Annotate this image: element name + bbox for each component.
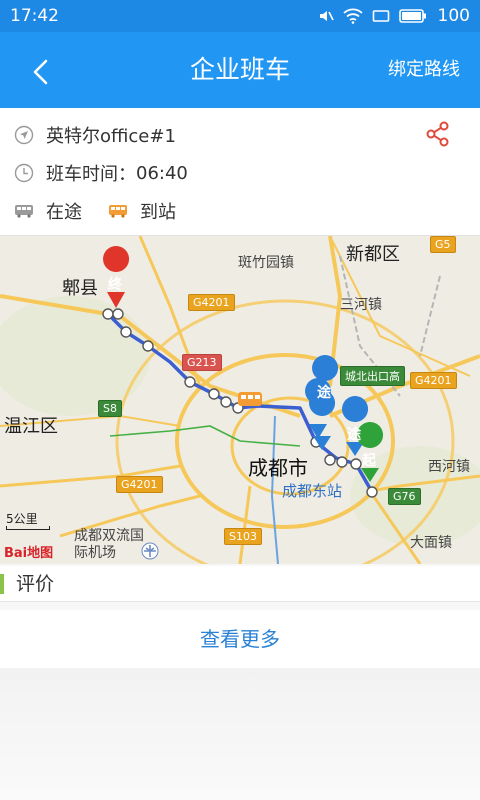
back-button[interactable]: [22, 54, 58, 90]
route-name: 英特尔office#1: [46, 126, 176, 147]
legend-on-way: 在途: [14, 198, 82, 224]
status-bar: 17:42 100: [0, 0, 480, 32]
bus-time-row: 班车时间： 06:40: [14, 160, 188, 186]
map-label-chengbei: 城北出口高: [340, 366, 405, 386]
map-label-pixian: 郫县: [62, 278, 98, 299]
rating-section: 评价: [0, 566, 480, 602]
wifi-icon: [342, 8, 363, 24]
battery-percent: 100: [437, 6, 470, 26]
end-marker[interactable]: 终: [108, 274, 122, 294]
route-map[interactable]: 终 途 途 起 郫县 斑竹园镇 新都区 三河镇 温江区 成都市 成都东站 成都双…: [0, 236, 480, 564]
road-badge: S103: [224, 528, 262, 545]
rating-title: 评价: [16, 573, 55, 595]
view-more-button[interactable]: 查看更多: [0, 610, 480, 668]
bus-time-value: 06:40: [136, 162, 188, 184]
location-arrow-icon: [14, 125, 34, 145]
road-badge: G4201: [188, 294, 235, 311]
screen: 17:42 100 企业班车 绑定路线 英特尔office#1 班车时间： 06…: [0, 0, 480, 800]
road-badge: G5: [430, 236, 456, 253]
bus-orange-icon: [108, 201, 128, 221]
screen-rotate-icon: [372, 10, 389, 22]
road-badge: G76: [388, 488, 421, 505]
map-label-dami: 大面镇: [410, 535, 452, 551]
map-label-airport: 成都双流国际机场: [74, 528, 144, 561]
start-marker[interactable]: 起: [362, 450, 376, 470]
legend-on-way-label: 在途: [46, 202, 82, 223]
map-label-xiyang: 西河镇: [428, 459, 470, 475]
map-label-banzhuyuan: 斑竹园镇: [238, 255, 294, 271]
road-badge: G4201: [410, 372, 457, 389]
bus-gray-icon: [14, 201, 34, 221]
baidu-map-logo-text: Bai地图: [4, 546, 54, 561]
legend-arrived-label: 到站: [140, 202, 176, 223]
via-marker[interactable]: 途: [347, 424, 361, 444]
baidu-map-logo: Bai地图: [4, 542, 53, 561]
map-label-wenjiang: 温江区: [4, 416, 58, 437]
map-scale-label: 5公里: [6, 512, 38, 526]
road-badge: G4201: [116, 476, 163, 493]
mute-icon: [319, 11, 334, 21]
status-icons: 100: [318, 6, 470, 26]
share-icon: [426, 121, 449, 147]
share-button[interactable]: [424, 120, 452, 148]
status-legend-row: 在途 到站: [14, 198, 202, 224]
map-label-chengdu: 成都市: [248, 456, 308, 480]
map-label-chengdu-east: 成都东站: [282, 482, 343, 500]
bus-time-label: 班车时间：: [46, 164, 136, 185]
app-bar: 企业班车 绑定路线: [0, 32, 480, 108]
route-name-row: 英特尔office#1: [14, 122, 176, 148]
route-info-card: 英特尔office#1 班车时间： 06:40 在途 到站: [0, 108, 480, 236]
clock-icon: [14, 163, 34, 183]
map-label-sanhe: 三河镇: [340, 297, 382, 313]
road-badge: S8: [98, 400, 122, 417]
via-marker[interactable]: 途: [317, 382, 331, 402]
legend-arrived: 到站: [108, 198, 176, 224]
map-scale-bar: [6, 526, 50, 530]
battery-icon: [398, 9, 426, 23]
status-time: 17:42: [10, 6, 59, 26]
map-label-xindu: 新都区: [346, 244, 400, 265]
empty-area: [0, 668, 480, 800]
rating-accent-bar: [0, 574, 4, 594]
bind-route-button[interactable]: 绑定路线: [388, 32, 460, 108]
chevron-left-icon: [33, 59, 48, 85]
road-badge: G213: [182, 354, 222, 371]
